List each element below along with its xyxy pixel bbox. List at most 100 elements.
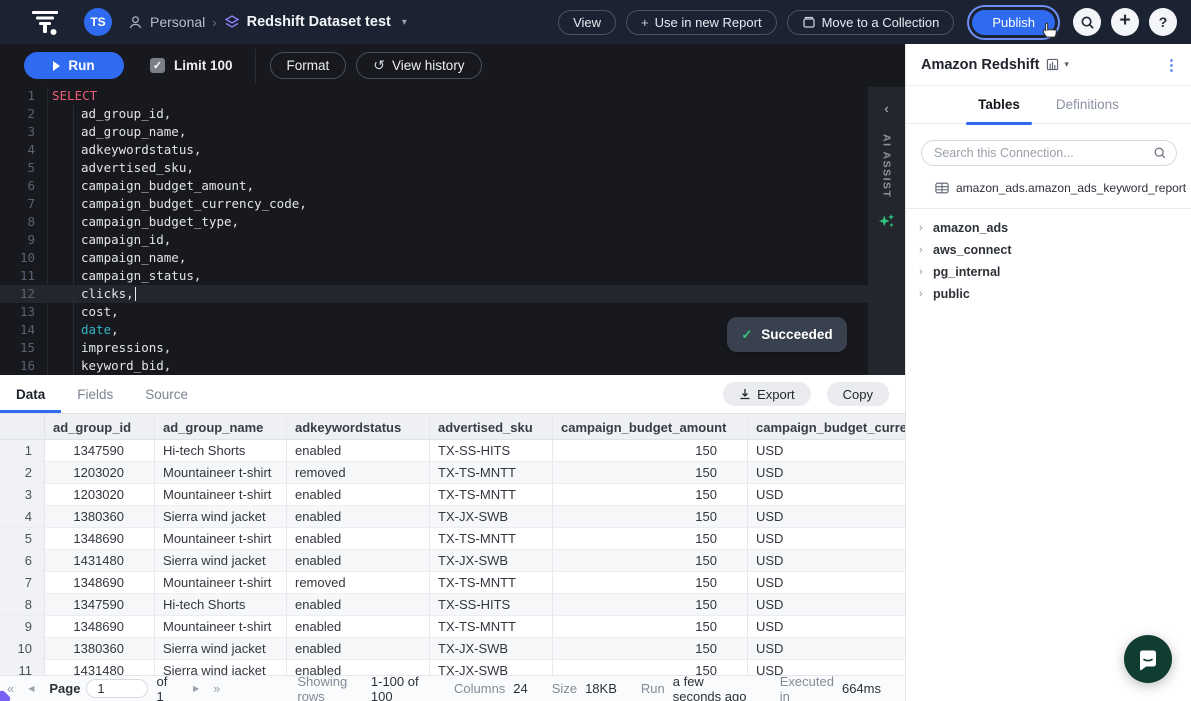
sidebar-tab-tables[interactable]: Tables (966, 86, 1032, 124)
table-cell[interactable]: USD (748, 462, 905, 483)
table-cell[interactable]: 150 (553, 462, 748, 483)
table-cell[interactable]: enabled (287, 440, 430, 461)
table-cell[interactable]: 1348690 (45, 572, 155, 593)
table-cell[interactable]: 150 (553, 484, 748, 505)
table-cell[interactable]: removed (287, 572, 430, 593)
table-cell[interactable]: TX-JX-SWB (430, 638, 553, 659)
table-cell[interactable]: 150 (553, 638, 748, 659)
table-cell[interactable]: TX-TS-MNTT (430, 616, 553, 637)
schema-item-amazon_ads[interactable]: ›amazon_ads (906, 217, 1191, 239)
table-row[interactable]: 71348690Mountaineer t-shirtremovedTX-TS-… (0, 572, 905, 594)
table-cell[interactable]: 150 (553, 550, 748, 571)
table-cell[interactable]: enabled (287, 616, 430, 637)
table-cell[interactable]: 1203020 (45, 462, 155, 483)
column-header[interactable]: advertised_sku (430, 414, 553, 439)
column-header[interactable]: adkeywordstatus (287, 414, 430, 439)
code-line[interactable]: 11campaign_status, (0, 267, 905, 285)
title-chevron-down-icon[interactable]: ▾ (402, 17, 407, 28)
use-in-new-report-button[interactable]: + Use in new Report (626, 10, 777, 35)
code-line[interactable]: 10campaign_name, (0, 249, 905, 267)
table-cell[interactable]: USD (748, 572, 905, 593)
table-cell[interactable]: TX-TS-MNTT (430, 484, 553, 505)
code-line[interactable]: 16keyword_bid, (0, 357, 905, 375)
connection-chevron-down-icon[interactable]: ▾ (1064, 59, 1069, 70)
table-cell[interactable]: enabled (287, 506, 430, 527)
sidebar-tab-definitions[interactable]: Definitions (1044, 86, 1131, 124)
table-cell[interactable]: 1431480 (45, 660, 155, 675)
avatar[interactable]: TS (84, 8, 112, 36)
table-row[interactable]: 61431480Sierra wind jacketenabledTX-JX-S… (0, 550, 905, 572)
first-page-icon[interactable]: « (7, 681, 14, 696)
table-cell[interactable]: 1348690 (45, 616, 155, 637)
table-row[interactable]: 31203020Mountaineer t-shirtenabledTX-TS-… (0, 484, 905, 506)
table-cell[interactable]: Mountaineer t-shirt (155, 616, 287, 637)
table-cell[interactable]: USD (748, 616, 905, 637)
ai-assist-panel[interactable]: ‹ AI ASSIST (868, 87, 905, 375)
column-header[interactable]: campaign_budget_currenc (748, 414, 905, 439)
table-cell[interactable]: enabled (287, 484, 430, 505)
ai-assist-collapse-icon[interactable]: ‹ (884, 101, 888, 116)
app-logo-icon[interactable] (30, 7, 60, 37)
limit-checkbox[interactable]: ✓ (150, 58, 165, 73)
schema-item-public[interactable]: ›public (906, 283, 1191, 305)
table-cell[interactable]: TX-TS-MNTT (430, 462, 553, 483)
table-cell[interactable]: USD (748, 484, 905, 505)
view-button[interactable]: View (558, 10, 616, 35)
run-button[interactable]: Run (24, 52, 124, 79)
code-line[interactable]: 7campaign_budget_currency_code, (0, 195, 905, 213)
table-cell[interactable]: Sierra wind jacket (155, 506, 287, 527)
results-tab-data[interactable]: Data (0, 375, 61, 413)
table-cell[interactable]: 1380360 (45, 638, 155, 659)
column-header[interactable]: campaign_budget_amount (553, 414, 748, 439)
next-page-icon[interactable]: ▶ (193, 684, 199, 693)
last-page-icon[interactable]: » (213, 681, 220, 696)
table-cell[interactable]: USD (748, 506, 905, 527)
table-cell[interactable]: TX-JX-SWB (430, 506, 553, 527)
table-row[interactable]: 101380360Sierra wind jacketenabledTX-JX-… (0, 638, 905, 660)
table-cell[interactable]: USD (748, 638, 905, 659)
table-cell[interactable]: enabled (287, 594, 430, 615)
table-cell[interactable]: 150 (553, 440, 748, 461)
table-cell[interactable]: 1347590 (45, 440, 155, 461)
prev-page-icon[interactable]: ◀ (28, 684, 34, 693)
move-to-collection-button[interactable]: Move to a Collection (787, 10, 955, 35)
table-cell[interactable]: Hi-tech Shorts (155, 440, 287, 461)
pinned-table-item[interactable]: amazon_ads.amazon_ads_keyword_report (935, 181, 1177, 195)
table-cell[interactable]: Mountaineer t-shirt (155, 572, 287, 593)
table-cell[interactable]: enabled (287, 638, 430, 659)
search-button[interactable] (1073, 8, 1101, 36)
code-line[interactable]: 4adkeywordstatus, (0, 141, 905, 159)
results-tab-fields[interactable]: Fields (61, 375, 129, 413)
table-cell[interactable]: 1203020 (45, 484, 155, 505)
breadcrumb-workspace[interactable]: Personal (150, 14, 205, 30)
table-cell[interactable]: TX-JX-SWB (430, 550, 553, 571)
table-cell[interactable]: TX-SS-HITS (430, 594, 553, 615)
results-tab-source[interactable]: Source (129, 375, 204, 413)
table-cell[interactable]: enabled (287, 550, 430, 571)
table-cell[interactable]: 1348690 (45, 528, 155, 549)
table-cell[interactable]: USD (748, 550, 905, 571)
schema-item-aws_connect[interactable]: ›aws_connect (906, 239, 1191, 261)
table-cell[interactable]: 1347590 (45, 594, 155, 615)
code-line[interactable]: 5advertised_sku, (0, 159, 905, 177)
document-title[interactable]: Redshift Dataset test (247, 14, 391, 30)
table-row[interactable]: 81347590Hi-tech ShortsenabledTX-SS-HITS1… (0, 594, 905, 616)
connection-title[interactable]: Amazon Redshift (921, 57, 1039, 73)
table-cell[interactable]: TX-TS-MNTT (430, 528, 553, 549)
table-cell[interactable]: enabled (287, 528, 430, 549)
table-cell[interactable]: 150 (553, 572, 748, 593)
table-cell[interactable]: 150 (553, 506, 748, 527)
table-cell[interactable]: USD (748, 440, 905, 461)
copy-button[interactable]: Copy (827, 382, 889, 406)
code-line[interactable]: 12clicks, (0, 285, 905, 303)
table-cell[interactable]: 1380360 (45, 506, 155, 527)
table-cell[interactable]: TX-SS-HITS (430, 440, 553, 461)
table-cell[interactable]: Sierra wind jacket (155, 638, 287, 659)
page-number-input[interactable] (86, 679, 148, 698)
format-button[interactable]: Format (270, 52, 347, 79)
table-cell[interactable]: Hi-tech Shorts (155, 594, 287, 615)
table-cell[interactable]: USD (748, 528, 905, 549)
table-cell[interactable]: 150 (553, 616, 748, 637)
table-cell[interactable]: Mountaineer t-shirt (155, 462, 287, 483)
table-cell[interactable]: removed (287, 462, 430, 483)
